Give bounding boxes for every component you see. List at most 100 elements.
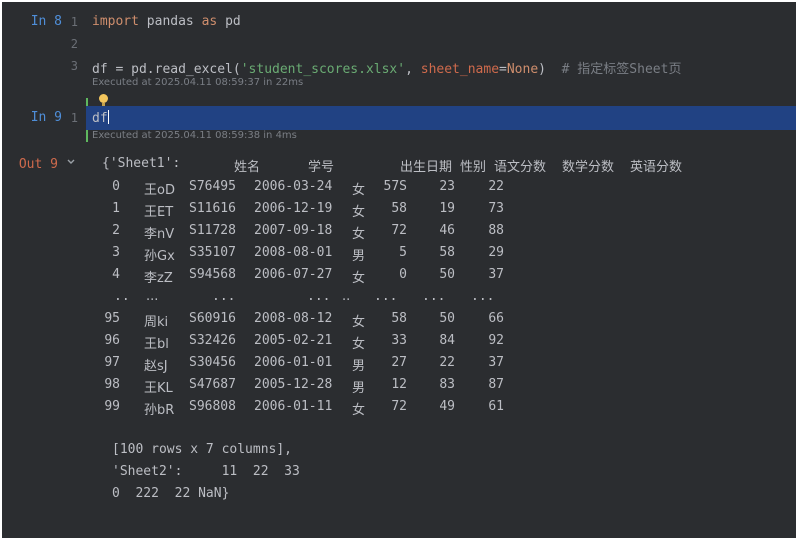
table-cell: 李nV	[144, 227, 175, 242]
table-cell: S11728	[189, 223, 236, 238]
table-cell: 孙bR	[144, 403, 175, 418]
table-cell: 周ki	[144, 315, 169, 330]
table-cell: 女	[352, 403, 366, 418]
code-token: sheet_name	[420, 62, 500, 77]
code-token: None	[506, 62, 539, 77]
code-line[interactable]: import pandas as pd	[92, 14, 241, 29]
table-cell: 33	[391, 333, 407, 348]
table-cell: 37	[488, 267, 504, 282]
table-cell: 58	[391, 311, 407, 326]
row-index: 97	[104, 355, 120, 370]
sheet2-row: 0 222 22 NaN}	[112, 486, 230, 501]
row-index: 96	[104, 333, 120, 348]
table-cell: 83	[439, 377, 455, 392]
table-cell: S94568	[189, 267, 236, 282]
table-cell: S96808	[189, 399, 236, 414]
code-cell-in-8[interactable]: In 8 1 2 3 import pandas as pd df = pd.read…	[2, 2, 796, 97]
row-index: 3	[112, 245, 120, 260]
table-cell: 2005-12-28	[254, 377, 333, 392]
table-cell: 男	[352, 381, 366, 396]
execution-info: Executed at 2025.04.11 08:59:38 in 4ms	[92, 130, 297, 141]
chevron-down-icon[interactable]	[66, 157, 76, 167]
table-cell: 37	[488, 355, 504, 370]
table-cell: 2005-02-21	[254, 333, 333, 348]
table-cell: 2008-08-12	[254, 311, 333, 326]
code-token: import	[92, 14, 139, 29]
sheet2-header: 'Sheet2': 11 22 33	[112, 464, 300, 479]
table-cell: 23	[439, 179, 455, 194]
column-header: 语文分数	[494, 160, 547, 175]
code-token: # 指定标签Sheet页	[561, 62, 682, 77]
table-cell: 61	[488, 399, 504, 414]
table-cell: 2008-08-01	[254, 245, 333, 260]
code-token: pd	[217, 14, 241, 29]
table-cell: 27	[391, 355, 407, 370]
table-cell: 73	[488, 201, 504, 216]
execution-info: Executed at 2025.04.11 08:59:37 in 22ms	[92, 77, 304, 88]
notebook-editor: In 8 123 import pandas as pd df = pd.read…	[2, 2, 796, 538]
table-cell: 2006-01-11	[254, 399, 333, 414]
table-cell: 2006-01-01	[254, 355, 333, 370]
table-cell: 孙Gx	[144, 249, 175, 264]
code-token: ,	[405, 62, 421, 77]
line-number: 1	[70, 15, 78, 29]
row-index: 2	[112, 223, 120, 238]
table-cell: 50	[439, 267, 455, 282]
table-cell: 58	[439, 245, 455, 260]
table-cell: 29	[488, 245, 504, 260]
table-cell: 49	[439, 399, 455, 414]
code-token: 'student_scores.xlsx'	[240, 62, 406, 77]
table-cell: S11616	[189, 201, 236, 216]
table-cell: 2006-03-24	[254, 179, 333, 194]
column-header: 性别	[460, 160, 487, 175]
code-token: as	[201, 14, 218, 29]
table-cell: S35107	[189, 245, 236, 260]
table-cell: 李zZ	[144, 271, 173, 286]
column-header: 姓名	[234, 160, 261, 175]
table-cell: 王bl	[144, 337, 169, 352]
dict-open: {'Sheet1':	[102, 156, 181, 171]
code-token: )	[538, 62, 562, 77]
table-cell: 女	[352, 205, 366, 220]
table-cell: ...	[374, 289, 398, 304]
summary-line: [100 rows x 7 columns],	[112, 442, 293, 457]
table-cell: S60916	[189, 311, 236, 326]
column-header: 数学分数	[562, 160, 615, 175]
table-cell: 46	[439, 223, 455, 238]
table-cell: 男	[352, 249, 366, 264]
code-cell-in-9[interactable]: In 9 1 df Executed at 2025.04.11 08:59:3…	[2, 98, 796, 142]
table-cell: 72	[391, 399, 407, 414]
table-cell: 57S	[383, 179, 407, 194]
column-header: 学号	[308, 160, 335, 175]
line-number: 1	[70, 111, 78, 125]
text-cursor	[107, 110, 109, 124]
table-cell: ..	[342, 289, 351, 304]
row-index: 4	[112, 267, 120, 282]
row-index: 99	[104, 399, 120, 414]
table-cell: 72	[391, 223, 407, 238]
table-cell: 王oD	[144, 183, 175, 198]
table-cell: 5	[399, 245, 407, 260]
table-cell: 66	[488, 311, 504, 326]
table-cell: 87	[488, 377, 504, 392]
column-header: 出生日期	[400, 160, 453, 175]
table-cell: 84	[439, 333, 455, 348]
code-token: =	[499, 62, 507, 77]
table-cell: 50	[439, 311, 455, 326]
table-cell: 2006-12-19	[254, 201, 333, 216]
table-cell: ...	[146, 289, 159, 304]
table-cell: 92	[488, 333, 504, 348]
code-token: pandas	[138, 14, 202, 29]
table-cell: S47687	[189, 377, 236, 392]
table-cell: S30456	[189, 355, 236, 370]
table-cell: ...	[307, 289, 331, 304]
table-cell: 赵sJ	[144, 359, 168, 374]
code-line[interactable]: df	[92, 110, 109, 126]
table-cell: 0	[399, 267, 407, 282]
table-cell: 女	[352, 271, 366, 286]
table-cell: S32426	[189, 333, 236, 348]
code-line[interactable]: df = pd.read_excel('student_scores.xlsx'…	[92, 58, 681, 77]
table-cell: 12	[391, 377, 407, 392]
table-cell: 19	[439, 201, 455, 216]
line-number: 3	[70, 59, 78, 73]
